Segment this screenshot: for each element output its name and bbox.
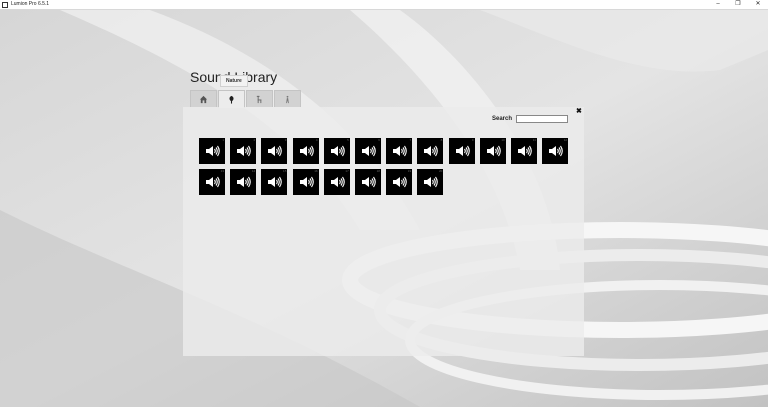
speaker-icon [486,145,501,157]
sound-number: 2 [253,138,256,142]
sound-number: 11 [532,138,536,142]
sound-number: 3 [284,138,287,142]
search-label: Search [492,116,513,122]
sound-tile[interactable]: 15 [261,169,288,195]
sound-tile[interactable]: 14 [230,169,257,195]
sound-number: 17 [345,169,349,173]
sound-tile[interactable]: 17 [323,169,350,195]
speaker-icon [299,145,314,157]
sound-tile[interactable]: 5 [323,138,350,164]
sound-tile[interactable]: 1 [199,138,225,164]
speaker-icon [424,176,439,188]
sound-number: 19 [407,169,412,173]
speaker-icon [393,176,407,188]
sound-number: 20 [438,169,443,173]
sound-number: 18 [376,169,380,173]
sound-tile[interactable]: 20 [417,169,444,195]
house-icon [199,95,208,103]
tree-icon [229,95,234,104]
person-icon [286,95,289,103]
speaker-icon [517,145,532,157]
sound-tile[interactable]: 7 [386,138,413,164]
speaker-icon [237,145,251,157]
sound-tile[interactable]: 10 [479,138,506,164]
sound-tile[interactable]: 8 [417,138,444,164]
sound-tile[interactable]: 13 [199,169,225,195]
sound-number: 14 [251,169,256,173]
speaker-icon [330,176,345,188]
speaker-icon [330,145,345,157]
close-window-button[interactable]: ✕ [748,0,768,9]
speaker-icon [361,176,376,188]
speaker-icon [299,176,314,188]
sound-number: 13 [220,169,224,173]
minimize-button[interactable]: – [708,0,728,9]
tab-tooltip: Nature [220,75,248,87]
speaker-icon [268,145,283,157]
sound-number: 6 [378,138,380,142]
sound-grid: 1 2 3 4 5 6 7 8 9 10 11 12 13 14 15 16 17 18 19 20 [199,138,569,195]
speaker-icon [206,176,220,188]
search-input[interactable] [516,115,568,123]
sound-number: 9 [471,138,474,142]
app-icon [2,1,8,8]
sound-tile[interactable]: 3 [261,138,288,164]
sound-number: 12 [563,138,568,142]
chair-icon [256,95,262,103]
window-title: Lumion Pro 6.5.1 [11,1,50,7]
sound-number: 8 [440,138,443,142]
speaker-icon [268,176,283,188]
speaker-icon [361,145,376,157]
sound-tile[interactable]: 16 [292,169,319,195]
speaker-icon [424,145,439,157]
sound-tile[interactable]: 6 [354,138,381,164]
sound-number: 15 [283,169,287,173]
sound-tile[interactable]: 11 [510,138,537,164]
sound-number: 5 [347,138,349,142]
sound-tile[interactable]: 2 [230,138,257,164]
sound-tile[interactable]: 4 [292,138,319,164]
sound-tile[interactable]: 19 [386,169,413,195]
tab-house[interactable] [190,90,217,107]
tab-people[interactable] [274,90,301,107]
tab-indoor[interactable] [246,90,273,107]
speaker-icon [549,145,563,157]
speaker-icon [237,176,251,188]
window-titlebar: Lumion Pro 6.5.1 – ❐ ✕ [0,0,768,10]
restore-button[interactable]: ❐ [728,0,748,9]
window-controls: – ❐ ✕ [708,0,768,9]
speaker-icon [206,145,220,157]
close-panel-button[interactable]: ✖ [576,108,582,115]
sound-number: 7 [409,138,412,142]
sound-tile[interactable]: 9 [448,138,475,164]
tab-nature[interactable] [218,90,245,108]
sound-tile[interactable]: 12 [542,138,569,164]
speaker-icon [455,145,470,157]
sound-number: 4 [315,138,318,142]
sound-number: 1 [222,138,224,142]
speaker-icon [393,145,407,157]
category-tabs [190,90,301,108]
sound-number: 16 [314,169,318,173]
sound-number: 10 [501,138,505,142]
sound-tile[interactable]: 18 [354,169,381,195]
